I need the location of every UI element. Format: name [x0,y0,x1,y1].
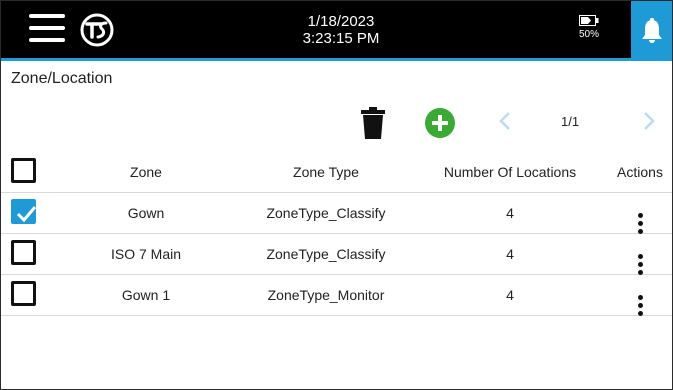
table-row[interactable]: ISO 7 Main ZoneType_Classify 4 [1,234,672,275]
checkmark-icon [16,206,37,223]
number-of-locations: 4 [506,287,514,303]
page-title: Zone/Location [11,70,113,87]
header-accent-line [1,58,631,61]
datetime: 1/18/2023 3:23:15 PM [271,13,411,47]
zone-name: Gown 1 [121,287,171,303]
zone-name: ISO 7 Main [110,246,182,262]
top-bar: 1/18/2023 3:23:15 PM 50% [1,1,672,61]
zone-type: ZoneType_Classify [266,246,386,262]
zone-name: Gown [127,205,165,221]
column-header-actions: Actions [617,164,663,180]
battery-status: 50% [571,15,607,40]
time-text: 3:23:15 PM [302,30,380,47]
column-header-zone[interactable]: Zone [91,152,201,192]
number-of-locations: 4 [506,205,514,221]
chevron-left-icon [499,112,510,130]
date-text: 1/18/2023 [307,13,375,30]
battery-icon [579,15,599,26]
row-checkbox[interactable] [11,199,37,224]
bell-icon [641,18,662,43]
column-header-zone-type[interactable]: Zone Type [251,152,401,192]
zone-table: Zone Zone Type Number Of Locations Actio… [1,152,672,316]
previous-page-button[interactable] [499,111,511,136]
tsi-logo [80,13,114,47]
battery-level: 50% [578,29,599,40]
number-of-locations: 4 [506,246,514,262]
row-checkbox[interactable] [11,240,36,265]
next-page-button[interactable] [643,111,655,136]
table-row[interactable]: Gown 1 ZoneType_Monitor 4 [1,275,672,316]
table-row[interactable]: Gown ZoneType_Classify 4 [1,193,672,234]
add-zone-button[interactable] [425,108,455,138]
app-window: 1/18/2023 3:23:15 PM 50% Zone/Location 1… [0,0,673,390]
column-header-number-of-locations[interactable]: Number Of Locations [435,152,585,192]
chevron-right-icon [644,112,655,130]
page-indicator: 1/1 [561,114,580,129]
trash-icon [361,107,385,139]
zone-type: ZoneType_Monitor [267,287,385,303]
table-header: Zone Zone Type Number Of Locations Actio… [1,152,672,193]
notifications-button[interactable] [631,1,672,61]
plus-circle-icon [432,115,448,131]
zone-type: ZoneType_Classify [266,205,386,221]
menu-icon[interactable] [29,14,65,44]
row-checkbox[interactable] [11,281,36,306]
delete-button[interactable] [361,107,385,144]
more-options-icon[interactable] [625,286,655,326]
select-all-checkbox[interactable] [11,158,36,183]
